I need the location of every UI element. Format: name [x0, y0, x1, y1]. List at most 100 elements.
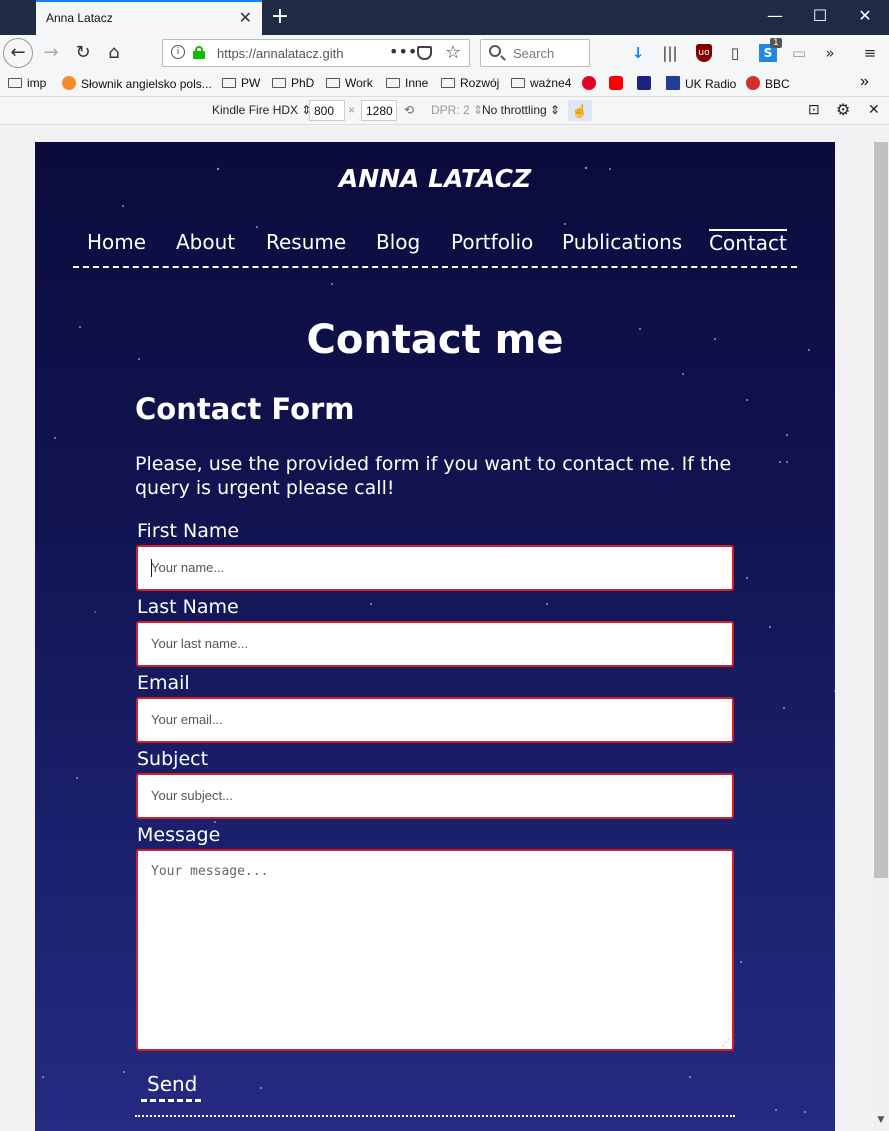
- search-input[interactable]: Search: [480, 39, 590, 67]
- close-rdm-icon[interactable]: ✕: [868, 101, 880, 118]
- first-name-placeholder: Your name...: [151, 560, 225, 575]
- bookmark-wazne4[interactable]: ważne4: [511, 76, 571, 90]
- search-placeholder: Search: [513, 46, 555, 61]
- first-name-field[interactable]: Your name...: [136, 545, 734, 591]
- sidebar-icon[interactable]: ▯: [725, 43, 745, 63]
- browser-tab[interactable]: Anna Latacz ✕: [36, 0, 262, 35]
- pinterest-icon[interactable]: [582, 76, 601, 91]
- subject-field[interactable]: Your subject...: [136, 773, 734, 819]
- dictionary-icon: [62, 76, 76, 90]
- throttling-selector[interactable]: No throttling ⇕: [482, 103, 560, 117]
- url-text[interactable]: https://annalatacz.gith: [217, 46, 357, 61]
- form-title: Contact Form: [135, 392, 355, 426]
- bookmark-pw[interactable]: PW: [222, 76, 260, 90]
- responsive-design-toolbar: Kindle Fire HDX ⇕ 800 × 1280 ⟲ DPR: 2 ⇕ …: [0, 97, 889, 125]
- folder-icon: [8, 78, 22, 88]
- uk-flag-icon: [666, 76, 680, 90]
- bookmark-star-icon[interactable]: ☆: [445, 42, 461, 63]
- dimension-separator: ×: [348, 103, 356, 117]
- hamburger-menu-icon[interactable]: ≡: [860, 43, 880, 63]
- download-icon[interactable]: ↓: [628, 43, 648, 63]
- reader-icon[interactable]: ▭: [789, 43, 809, 63]
- nav-resume[interactable]: Resume: [266, 230, 346, 254]
- bookmarks-bar: imp Słownik angielsko pols... PW PhD Wor…: [0, 71, 889, 97]
- form-divider: [135, 1115, 735, 1117]
- tab-title: Anna Latacz: [46, 11, 113, 25]
- bookmark-work[interactable]: Work: [326, 76, 373, 90]
- nav-publications[interactable]: Publications: [562, 230, 682, 254]
- nav-portfolio[interactable]: Portfolio: [451, 230, 533, 254]
- bookmark-uk-radio[interactable]: UK Radio: [666, 76, 736, 91]
- folder-icon: [222, 78, 236, 88]
- bookmarks-overflow-icon[interactable]: »: [860, 73, 869, 91]
- bookmark-bbc[interactable]: BBC: [746, 76, 790, 91]
- bookmark-rozwoj[interactable]: Rozwój: [441, 76, 499, 90]
- back-arrow-icon[interactable]: ←: [3, 38, 33, 68]
- subject-placeholder: Your subject...: [151, 788, 233, 803]
- bookmark-dictionary[interactable]: Słownik angielsko pols...: [62, 76, 212, 91]
- nav-contact[interactable]: Contact: [709, 229, 787, 255]
- settings-gear-icon[interactable]: ⚙: [836, 100, 850, 120]
- last-name-label: Last Name: [137, 596, 239, 618]
- email-placeholder: Your email...: [151, 712, 223, 727]
- scrollbar-thumb[interactable]: [874, 142, 888, 878]
- send-button[interactable]: Send: [141, 1068, 201, 1102]
- viewport-height-input[interactable]: 1280: [361, 100, 397, 121]
- overflow-chevron-icon[interactable]: »: [820, 43, 840, 63]
- email-label: Email: [137, 672, 190, 694]
- rotate-icon[interactable]: ⟲: [404, 103, 414, 117]
- library-icon[interactable]: |||: [660, 43, 680, 63]
- dpr-selector[interactable]: DPR: 2 ⇕: [431, 103, 483, 117]
- extension-badge: 1: [770, 38, 782, 48]
- screenshot-icon[interactable]: ⊡: [808, 101, 820, 118]
- folder-icon: [326, 78, 340, 88]
- page-title: Contact me: [306, 317, 564, 363]
- folder-icon: [511, 78, 525, 88]
- maximize-icon[interactable]: ☐: [805, 6, 835, 25]
- nav-blog[interactable]: Blog: [376, 230, 420, 254]
- page-actions-icon[interactable]: •••: [389, 42, 417, 61]
- search-icon: [489, 45, 501, 57]
- device-selector[interactable]: Kindle Fire HDX ⇕: [212, 103, 311, 117]
- tab-close-icon[interactable]: ✕: [239, 8, 252, 27]
- touch-simulation-icon[interactable]: ☝: [568, 100, 592, 121]
- first-name-label: First Name: [137, 520, 240, 542]
- folder-icon: [272, 78, 286, 88]
- email-field[interactable]: Your email...: [136, 697, 734, 743]
- youtube-icon[interactable]: [609, 76, 628, 91]
- message-placeholder: Your message...: [151, 864, 269, 879]
- nav-home[interactable]: Home: [87, 230, 146, 254]
- bookmark-imp[interactable]: imp: [8, 76, 46, 90]
- bookmark-phd[interactable]: PhD: [272, 76, 314, 90]
- url-bar[interactable]: i https://annalatacz.gith ••• ☆: [162, 39, 470, 67]
- resize-handle-icon[interactable]: ⋰: [722, 1038, 730, 1047]
- last-name-field[interactable]: Your last name...: [136, 621, 734, 667]
- subject-label: Subject: [137, 748, 209, 770]
- last-name-placeholder: Your last name...: [151, 636, 249, 651]
- bookmark-inne[interactable]: Inne: [386, 76, 428, 90]
- on-icon[interactable]: [637, 76, 656, 91]
- site-title[interactable]: ANNA LATACZ: [35, 164, 835, 193]
- folder-icon: [386, 78, 400, 88]
- minimize-icon[interactable]: —: [760, 6, 790, 25]
- new-tab-icon[interactable]: +: [270, 4, 290, 29]
- home-icon[interactable]: ⌂: [100, 39, 128, 67]
- page-viewport: ANNA LATACZ Home About Resume Blog Portf…: [35, 142, 835, 1131]
- folder-icon: [441, 78, 455, 88]
- reload-icon[interactable]: ↻: [69, 39, 97, 67]
- scroll-down-icon[interactable]: ▼: [874, 1115, 888, 1125]
- bbc-icon: [746, 76, 760, 90]
- ublock-icon[interactable]: uo: [696, 44, 712, 62]
- viewport-width-input[interactable]: 800: [309, 100, 345, 121]
- forward-arrow-icon[interactable]: →: [37, 39, 65, 67]
- message-textarea[interactable]: Your message... ⋰: [136, 849, 734, 1051]
- lock-icon: [193, 46, 205, 59]
- message-label: Message: [137, 824, 221, 846]
- nav-about[interactable]: About: [176, 230, 235, 254]
- pocket-icon[interactable]: [417, 46, 432, 60]
- site-navigation: Home About Resume Blog Portfolio Publica…: [73, 228, 797, 268]
- close-window-icon[interactable]: ✕: [850, 6, 880, 25]
- browser-title-bar: Anna Latacz ✕ + — ☐ ✕: [0, 0, 889, 35]
- site-info-icon[interactable]: i: [171, 45, 185, 59]
- page-scrollbar[interactable]: ▼: [874, 142, 888, 1131]
